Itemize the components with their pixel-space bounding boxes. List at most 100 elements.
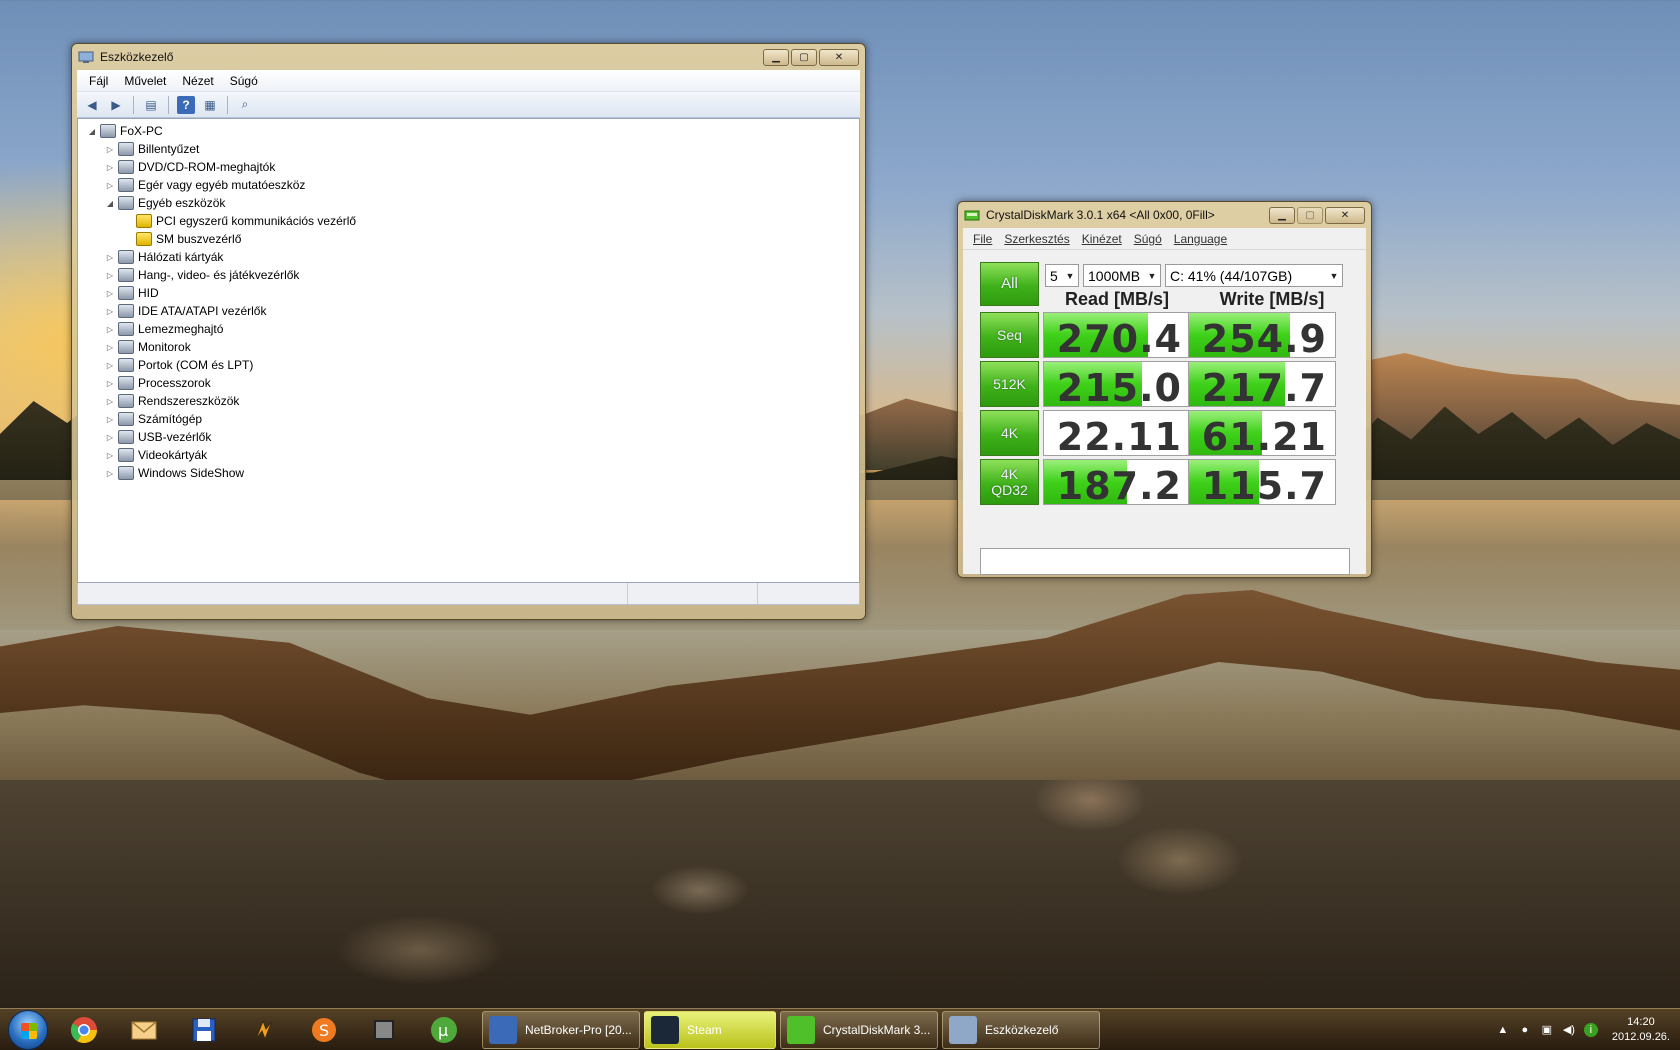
run-test-button[interactable]: 512K [980, 361, 1039, 407]
mail-icon[interactable] [118, 1010, 170, 1050]
network-adapter-icon [118, 250, 134, 264]
chat-icon[interactable]: ● [1518, 1023, 1532, 1037]
close-button[interactable]: ✕ [819, 48, 859, 66]
tree-node[interactable]: SM buszvezérlő [86, 230, 859, 248]
minimize-button[interactable]: ▁ [763, 48, 789, 66]
test-count-select[interactable]: 5 ▼ [1045, 264, 1079, 287]
read-result-cell: 22.11 [1043, 410, 1191, 456]
tree-node[interactable]: ▷ Egér vagy egyéb mutatóeszköz [86, 176, 859, 194]
tree-node[interactable]: ▷ IDE ATA/ATAPI vezérlők [86, 302, 859, 320]
tree-node[interactable]: ▷ Portok (COM és LPT) [86, 356, 859, 374]
maximize-button[interactable]: ▢ [791, 48, 817, 66]
expander-arrow-icon[interactable]: ▷ [104, 307, 116, 316]
tree-node[interactable]: ▷ Monitorok [86, 338, 859, 356]
scan-hardware-icon[interactable]: ⌕ [236, 96, 254, 114]
status-panel [628, 583, 758, 604]
run-test-button[interactable]: Seq [980, 312, 1039, 358]
menu-action[interactable]: Művelet [116, 74, 174, 88]
tree-node[interactable]: ▷ DVD/CD-ROM-meghajtók [86, 158, 859, 176]
start-button[interactable] [8, 1009, 48, 1050]
save-disk-icon[interactable] [178, 1010, 230, 1050]
run-test-button[interactable]: 4K QD32 [980, 459, 1039, 505]
read-result-cell: 187.2 [1043, 459, 1191, 505]
menu-language[interactable]: Language [1168, 232, 1233, 246]
drive-select[interactable]: C: 41% (44/107GB) ▼ [1165, 264, 1343, 287]
run-test-button[interactable]: 4K [980, 410, 1039, 456]
crystaldiskmark-window[interactable]: CrystalDiskMark 3.0.1 x64 <All 0x00, 0Fi… [957, 201, 1372, 578]
menu-edit[interactable]: Szerkesztés [998, 232, 1075, 246]
expander-arrow-icon[interactable]: ▷ [104, 361, 116, 370]
expander-arrow-icon[interactable]: ◢ [86, 127, 98, 136]
tree-node[interactable]: ▷ USB-vezérlők [86, 428, 859, 446]
expander-arrow-icon[interactable]: ▷ [104, 451, 116, 460]
tree-node[interactable]: ◢ FoX-PC [86, 122, 859, 140]
help-icon[interactable]: ? [177, 95, 195, 114]
expander-arrow-icon[interactable]: ▷ [104, 145, 116, 154]
taskbar-button[interactable]: Eszközkezelő [942, 1010, 1100, 1049]
device-manager-titlebar[interactable]: Eszközkezelő ▁ ▢ ✕ [72, 44, 865, 70]
write-result-cell: 61.21 [1188, 410, 1336, 456]
tree-node[interactable]: ▷ Processzorok [86, 374, 859, 392]
forward-arrow-icon[interactable]: ▶ [107, 96, 125, 114]
run-all-button[interactable]: All [980, 262, 1039, 306]
menu-theme[interactable]: Kinézet [1076, 232, 1128, 246]
test-size-select[interactable]: 1000MB ▼ [1083, 264, 1161, 287]
expander-arrow-icon[interactable]: ▷ [104, 379, 116, 388]
maximize-button[interactable]: ▢ [1297, 206, 1323, 224]
comment-input[interactable] [980, 548, 1350, 575]
clock[interactable]: 14:20 2012.09.26. [1612, 1015, 1670, 1045]
expander-arrow-icon[interactable]: ▷ [104, 163, 116, 172]
expander-arrow-icon[interactable]: ▷ [104, 325, 116, 334]
expander-arrow-icon[interactable]: ▷ [104, 397, 116, 406]
tree-node[interactable]: ◢ Egyéb eszközök [86, 194, 859, 212]
menu-file[interactable]: Fájl [81, 74, 116, 88]
taskbar-button[interactable]: Steam [644, 1010, 776, 1049]
read-result-value: 22.11 [1056, 415, 1182, 456]
sublime-icon[interactable]: S [298, 1010, 350, 1050]
tree-node[interactable]: ▷ Windows SideShow [86, 464, 859, 482]
expander-arrow-icon[interactable]: ▷ [104, 343, 116, 352]
expander-arrow-icon[interactable]: ▷ [104, 289, 116, 298]
tree-node[interactable]: ▷ HID [86, 284, 859, 302]
minimize-button[interactable]: ▁ [1269, 206, 1295, 224]
network-icon[interactable]: ▣ [1540, 1023, 1554, 1037]
menu-view[interactable]: Nézet [174, 74, 221, 88]
taskbar-button[interactable]: NetBroker-Pro [20... [482, 1010, 640, 1049]
show-hidden-icons-icon[interactable]: ▲ [1496, 1023, 1510, 1037]
tree-node[interactable]: ▷ Számítógép [86, 410, 859, 428]
winamp-icon[interactable] [238, 1010, 290, 1050]
tree-node[interactable]: ▷ Videokártyák [86, 446, 859, 464]
console-tree-icon[interactable]: ▤ [142, 96, 160, 114]
expander-arrow-icon[interactable]: ▷ [104, 433, 116, 442]
tree-node[interactable]: ▷ Billentyűzet [86, 140, 859, 158]
toolbar-separator [133, 95, 134, 114]
chrome-icon[interactable] [58, 1010, 110, 1050]
expander-arrow-icon[interactable]: ▷ [104, 469, 116, 478]
expander-arrow-icon[interactable]: ▷ [104, 271, 116, 280]
utorrent-icon[interactable]: µ [418, 1010, 470, 1050]
tree-node[interactable]: PCI egyszerű kommunikációs vezérlő [86, 212, 859, 230]
close-button[interactable]: ✕ [1325, 206, 1365, 224]
square-app-icon[interactable] [358, 1010, 410, 1050]
tree-node[interactable]: ▷ Rendszereszközök [86, 392, 859, 410]
tree-node[interactable]: ▷ Hang-, video- és játékvezérlők [86, 266, 859, 284]
expander-arrow-icon[interactable]: ◢ [104, 199, 116, 208]
sideshow-icon [118, 466, 134, 480]
crystaldiskmark-titlebar[interactable]: CrystalDiskMark 3.0.1 x64 <All 0x00, 0Fi… [958, 202, 1371, 228]
back-arrow-icon[interactable]: ◀ [83, 96, 101, 114]
device-manager-window[interactable]: Eszközkezelő ▁ ▢ ✕ Fájl Művelet Nézet Sú… [71, 43, 866, 620]
expander-arrow-icon[interactable]: ▷ [104, 415, 116, 424]
tree-node[interactable]: ▷ Lemezmeghajtó [86, 320, 859, 338]
volume-icon[interactable]: ◀) [1562, 1023, 1576, 1037]
menu-help[interactable]: Súgó [1128, 232, 1168, 246]
properties-icon[interactable]: ▦ [201, 96, 219, 114]
menu-file[interactable]: File [967, 232, 998, 246]
tree-node-label: Windows SideShow [138, 466, 245, 480]
tree-node-label: Rendszereszközök [138, 394, 240, 408]
expander-arrow-icon[interactable]: ▷ [104, 253, 116, 262]
info-icon[interactable]: i [1583, 1022, 1598, 1037]
taskbar-button[interactable]: CrystalDiskMark 3... [780, 1010, 938, 1049]
menu-help[interactable]: Súgó [222, 74, 266, 88]
tree-node[interactable]: ▷ Hálózati kártyák [86, 248, 859, 266]
expander-arrow-icon[interactable]: ▷ [104, 181, 116, 190]
